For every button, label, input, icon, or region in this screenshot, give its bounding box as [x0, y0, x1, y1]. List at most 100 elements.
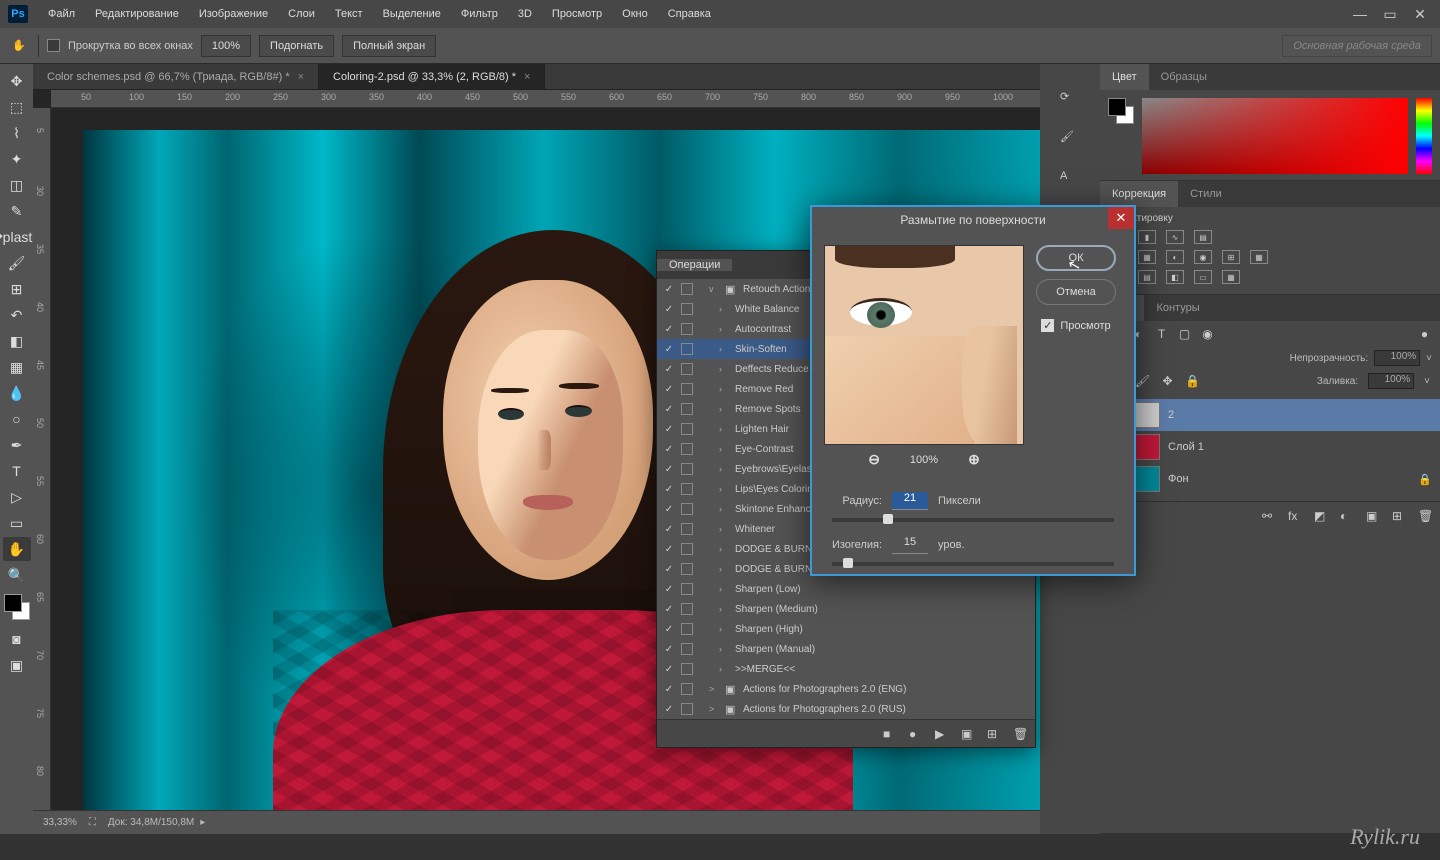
pen-tool[interactable]: ✒	[3, 433, 31, 457]
record-icon[interactable]: ●	[909, 727, 923, 741]
layer-name[interactable]: Слой 1	[1168, 441, 1204, 453]
action-row[interactable]: ✓›>>MERGE<<	[657, 659, 1035, 679]
fill-input[interactable]: 100%	[1368, 373, 1414, 389]
preview-checkbox[interactable]: ✓	[1041, 319, 1054, 332]
expand-icon[interactable]: ›	[719, 664, 729, 674]
action-dialog-toggle[interactable]	[681, 383, 693, 395]
action-dialog-toggle[interactable]	[681, 323, 693, 335]
expand-icon[interactable]: >	[709, 684, 719, 694]
layer-row[interactable]: Слой 1	[1100, 431, 1440, 463]
lut-adj-icon[interactable]: ▦	[1250, 250, 1268, 264]
layer-filter-icon[interactable]: ◉	[1200, 327, 1215, 342]
bw-adj-icon[interactable]: ◐	[1166, 250, 1184, 264]
eyedropper-tool[interactable]: ✎	[3, 199, 31, 223]
lock-pos-icon[interactable]: ✥	[1160, 374, 1175, 389]
action-check[interactable]: ✓	[663, 663, 675, 675]
action-dialog-toggle[interactable]	[681, 563, 693, 575]
lock-all-icon[interactable]: 🔒	[1185, 374, 1200, 389]
layer-name[interactable]: 2	[1168, 409, 1174, 421]
layer-name[interactable]: Фон	[1168, 473, 1189, 485]
quickmask-tool[interactable]: ◙	[3, 627, 31, 651]
poster-adj-icon[interactable]: ▤	[1138, 270, 1156, 284]
crop-tool[interactable]: ◫	[3, 173, 31, 197]
zoom-out-icon[interactable]: ⊖	[868, 451, 880, 468]
fg-color-swatch[interactable]	[4, 594, 22, 612]
mask-icon[interactable]: ◩	[1314, 509, 1328, 523]
panel-color-swatch[interactable]	[1108, 98, 1134, 124]
actions-tab[interactable]: Операции	[657, 259, 732, 271]
action-dialog-toggle[interactable]	[681, 303, 693, 315]
action-dialog-toggle[interactable]	[681, 623, 693, 635]
link-layers-icon[interactable]: ⚯	[1262, 509, 1276, 523]
expand-icon[interactable]: ›	[719, 504, 729, 514]
action-check[interactable]: ✓	[663, 463, 675, 475]
curves-adj-icon[interactable]: ∿	[1166, 230, 1184, 244]
action-dialog-toggle[interactable]	[681, 423, 693, 435]
action-dialog-toggle[interactable]	[681, 683, 693, 695]
fit-button[interactable]: Подогнать	[259, 35, 334, 57]
action-row[interactable]: ✓>▣Actions for Photographers 2.0 (RUS)	[657, 699, 1035, 719]
type-tool[interactable]: T	[3, 459, 31, 483]
wand-tool[interactable]: ✦	[3, 147, 31, 171]
tab-colorschemes[interactable]: Color schemes.psd @ 66,7% (Триада, RGB/8…	[33, 64, 319, 89]
expand-icon[interactable]: >	[709, 704, 719, 714]
thresh-adj-icon[interactable]: ◧	[1166, 270, 1184, 284]
expand-icon[interactable]: ›	[719, 384, 729, 394]
expand-icon[interactable]: ›	[719, 444, 729, 454]
expand-icon[interactable]: ›	[719, 304, 729, 314]
expand-icon[interactable]: v	[709, 284, 719, 294]
levels-adj-icon[interactable]: ▮	[1138, 230, 1156, 244]
tab-styles[interactable]: Стили	[1178, 181, 1234, 207]
action-check[interactable]: ✓	[663, 603, 675, 615]
layer-filter-toggle[interactable]: ●	[1417, 327, 1432, 342]
action-dialog-toggle[interactable]	[681, 663, 693, 675]
action-check[interactable]: ✓	[663, 683, 675, 695]
scroll-all-checkbox[interactable]	[47, 39, 60, 52]
menu-файл[interactable]: Файл	[38, 4, 85, 24]
brush-panel-icon[interactable]: 🖌	[1060, 130, 1080, 150]
expand-icon[interactable]: ›	[719, 644, 729, 654]
expand-icon[interactable]: ›	[719, 564, 729, 574]
dialog-preview[interactable]	[824, 245, 1024, 445]
blur-tool[interactable]: 💧	[3, 381, 31, 405]
tab-paths[interactable]: Контуры	[1144, 295, 1211, 321]
expand-icon[interactable]: ›	[719, 364, 729, 374]
action-check[interactable]: ✓	[663, 563, 675, 575]
menu-фильтр[interactable]: Фильтр	[451, 4, 508, 24]
expand-icon[interactable]: ›	[719, 344, 729, 354]
tab-close-icon[interactable]: ×	[524, 71, 530, 83]
hue-slider[interactable]	[1416, 98, 1432, 174]
action-check[interactable]: ✓	[663, 703, 675, 715]
action-dialog-toggle[interactable]	[681, 363, 693, 375]
history-brush-tool[interactable]: ↶	[3, 303, 31, 327]
maximize-icon[interactable]: ▭	[1378, 5, 1402, 23]
layer-filter-icon[interactable]: T	[1154, 327, 1169, 342]
brush-tool[interactable]: 🖌	[3, 251, 31, 275]
menu-справка[interactable]: Справка	[658, 4, 721, 24]
threshold-input[interactable]: 15	[892, 536, 928, 554]
action-check[interactable]: ✓	[663, 323, 675, 335]
expand-icon[interactable]: ›	[719, 324, 729, 334]
action-dialog-toggle[interactable]	[681, 543, 693, 555]
eraser-tool[interactable]: ◧	[3, 329, 31, 353]
expand-icon[interactable]: ›	[719, 484, 729, 494]
minimize-icon[interactable]: ―	[1348, 5, 1372, 23]
action-dialog-toggle[interactable]	[681, 403, 693, 415]
action-dialog-toggle[interactable]	[681, 523, 693, 535]
action-check[interactable]: ✓	[663, 283, 675, 295]
action-check[interactable]: ✓	[663, 503, 675, 515]
layer-row[interactable]: Фон 🔒	[1100, 463, 1440, 495]
zoom-in-icon[interactable]: ⊕	[968, 451, 980, 468]
tab-adjustments[interactable]: Коррекция	[1100, 181, 1178, 207]
lasso-tool[interactable]: ⌇	[3, 121, 31, 145]
action-check[interactable]: ✓	[663, 383, 675, 395]
action-dialog-toggle[interactable]	[681, 343, 693, 355]
action-check[interactable]: ✓	[663, 643, 675, 655]
action-check[interactable]: ✓	[663, 543, 675, 555]
char-panel-icon[interactable]: A	[1060, 170, 1080, 190]
action-row[interactable]: ✓›Sharpen (Low)	[657, 579, 1035, 599]
action-check[interactable]: ✓	[663, 443, 675, 455]
expand-icon[interactable]: ›	[719, 624, 729, 634]
action-check[interactable]: ✓	[663, 423, 675, 435]
action-row[interactable]: ✓›Sharpen (Manual)	[657, 639, 1035, 659]
